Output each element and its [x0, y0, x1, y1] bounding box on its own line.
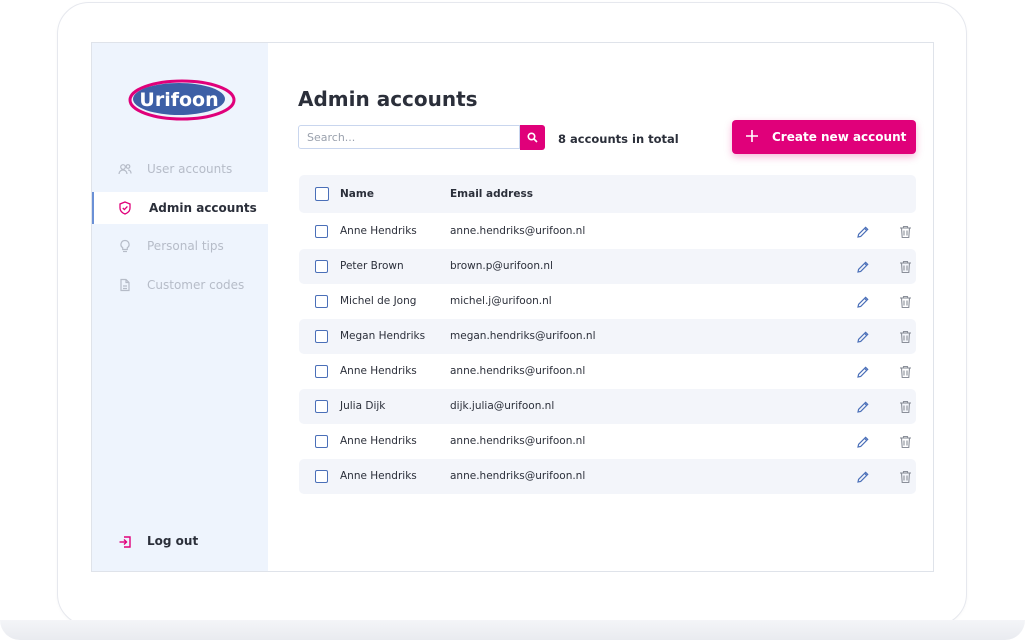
sidebar-item-label: Personal tips — [147, 239, 224, 253]
table-row: Anne Hendriks anne.hendriks@urifoon.nl — [299, 459, 916, 494]
edit-icon[interactable] — [856, 259, 870, 273]
search-icon — [527, 132, 538, 143]
trash-icon[interactable] — [899, 294, 912, 309]
trash-icon[interactable] — [899, 224, 912, 239]
cell-name: Anne Hendriks — [340, 435, 417, 447]
sidebar-item-admin-accounts[interactable]: Admin accounts — [92, 192, 268, 224]
logo-graphic: Urifoon — [128, 79, 236, 121]
laptop-base — [0, 620, 1025, 640]
logout-label: Log out — [147, 534, 199, 548]
row-checkbox[interactable] — [315, 435, 328, 448]
cell-email: dijk.julia@urifoon.nl — [450, 400, 555, 412]
edit-icon[interactable] — [856, 434, 870, 448]
cell-email: megan.hendriks@urifoon.nl — [450, 330, 596, 342]
cell-email: michel.j@urifoon.nl — [450, 295, 552, 307]
search-button[interactable] — [520, 125, 545, 150]
select-all-checkbox[interactable] — [315, 187, 329, 201]
edit-icon[interactable] — [856, 364, 870, 378]
cell-name: Anne Hendriks — [340, 365, 417, 377]
sidebar-item-label: Customer codes — [147, 278, 245, 292]
column-header-name: Name — [340, 188, 374, 200]
cell-name: Anne Hendriks — [340, 470, 417, 482]
table-row: Julia Dijk dijk.julia@urifoon.nl — [299, 389, 916, 424]
logo-text: Urifoon — [139, 89, 218, 111]
plus-icon — [746, 130, 758, 142]
trash-icon[interactable] — [899, 364, 912, 379]
row-checkbox[interactable] — [315, 225, 328, 238]
main-content: Admin accounts 8 accounts in total Creat… — [268, 43, 933, 571]
urifoon-logo[interactable]: Urifoon — [128, 78, 236, 122]
edit-icon[interactable] — [856, 469, 870, 483]
cell-name: Julia Dijk — [340, 400, 386, 412]
trash-icon[interactable] — [899, 469, 912, 484]
search-input[interactable] — [298, 125, 520, 149]
trash-icon[interactable] — [899, 434, 912, 449]
row-checkbox[interactable] — [315, 260, 328, 273]
users-icon — [118, 162, 132, 176]
table-header-row: Name Email address — [299, 175, 916, 213]
trash-icon[interactable] — [899, 329, 912, 344]
edit-icon[interactable] — [856, 294, 870, 308]
cell-name: Megan Hendriks — [340, 330, 426, 342]
row-checkbox[interactable] — [315, 365, 328, 378]
logout-icon — [118, 534, 132, 548]
cell-name: Peter Brown — [340, 260, 404, 272]
table-body: Anne Hendriks anne.hendriks@urifoon.nl P… — [299, 214, 916, 494]
accounts-table: Name Email address Anne Hendriks anne.he… — [299, 175, 916, 494]
sidebar: Urifoon User accounts Admin accounts Per… — [92, 43, 268, 571]
sidebar-item-customer-codes[interactable]: Customer codes — [92, 269, 268, 301]
cell-email: anne.hendriks@urifoon.nl — [450, 435, 586, 447]
sidebar-item-label: Admin accounts — [149, 201, 257, 215]
table-row: Peter Brown brown.p@urifoon.nl — [299, 249, 916, 284]
cell-email: brown.p@urifoon.nl — [450, 260, 553, 272]
row-checkbox[interactable] — [315, 330, 328, 343]
table-row: Anne Hendriks anne.hendriks@urifoon.nl — [299, 354, 916, 389]
table-row: Michel de Jong michel.j@urifoon.nl — [299, 284, 916, 319]
sidebar-item-user-accounts[interactable]: User accounts — [92, 153, 268, 185]
document-icon — [118, 278, 132, 292]
cell-email: anne.hendriks@urifoon.nl — [450, 225, 586, 237]
edit-icon[interactable] — [856, 224, 870, 238]
column-header-email: Email address — [450, 188, 533, 200]
sidebar-item-label: User accounts — [147, 162, 233, 176]
logout-button[interactable]: Log out — [92, 525, 268, 557]
edit-icon[interactable] — [856, 399, 870, 413]
accounts-count: 8 accounts in total — [558, 132, 679, 146]
sidebar-item-personal-tips[interactable]: Personal tips — [92, 230, 268, 262]
row-checkbox[interactable] — [315, 470, 328, 483]
shield-icon — [118, 201, 132, 215]
cell-email: anne.hendriks@urifoon.nl — [450, 470, 586, 482]
cell-email: anne.hendriks@urifoon.nl — [450, 365, 586, 377]
trash-icon[interactable] — [899, 259, 912, 274]
cell-name: Anne Hendriks — [340, 225, 417, 237]
app-screen: Urifoon User accounts Admin accounts Per… — [91, 42, 934, 572]
create-button-label: Create new account — [772, 130, 907, 144]
create-new-account-button[interactable]: Create new account — [732, 120, 916, 154]
table-row: Anne Hendriks anne.hendriks@urifoon.nl — [299, 214, 916, 249]
table-row: Megan Hendriks megan.hendriks@urifoon.nl — [299, 319, 916, 354]
cell-name: Michel de Jong — [340, 295, 417, 307]
page-title: Admin accounts — [298, 87, 478, 111]
trash-icon[interactable] — [899, 399, 912, 414]
table-row: Anne Hendriks anne.hendriks@urifoon.nl — [299, 424, 916, 459]
lightbulb-icon — [118, 239, 132, 253]
row-checkbox[interactable] — [315, 400, 328, 413]
row-checkbox[interactable] — [315, 295, 328, 308]
edit-icon[interactable] — [856, 329, 870, 343]
